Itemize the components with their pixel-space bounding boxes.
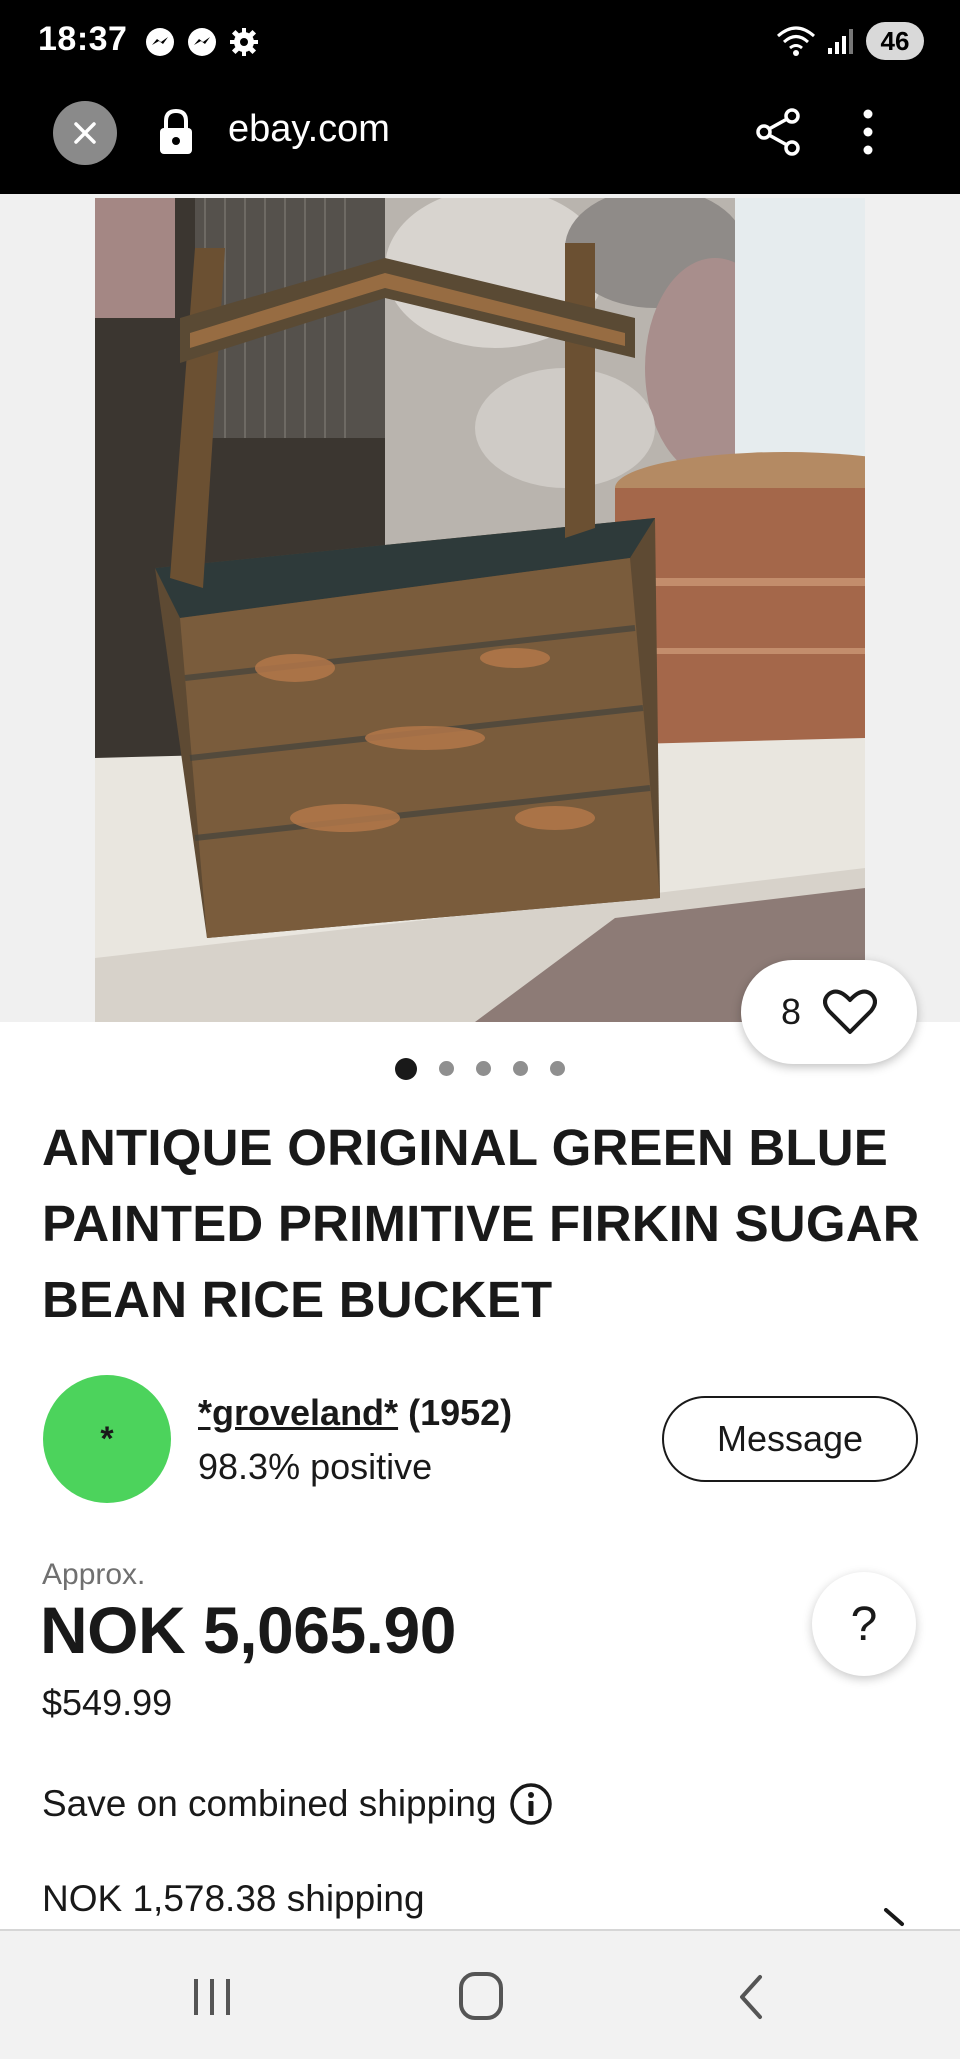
seller-name-link[interactable]: *groveland* <box>198 1392 398 1433</box>
settings-gear-icon <box>230 28 258 56</box>
seller-score: (1952) <box>408 1392 513 1433</box>
share-icon[interactable] <box>752 106 804 158</box>
gallery-dot[interactable] <box>550 1061 565 1076</box>
close-tab-button[interactable] <box>53 101 117 165</box>
seller-info: *groveland* (1952) <box>198 1392 512 1434</box>
status-bar: 18:37 46 <box>0 0 960 86</box>
listing-photo[interactable] <box>95 198 865 1022</box>
system-nav-bar <box>0 1929 960 2059</box>
url-field[interactable]: ebay.com <box>228 108 390 151</box>
price: NOK 5,065.90 <box>40 1593 456 1667</box>
signal-icon <box>828 29 853 54</box>
help-button[interactable]: ? <box>812 1572 916 1676</box>
wifi-icon <box>777 26 815 56</box>
gallery-pagination <box>0 1058 960 1080</box>
combined-shipping-label: Save on combined shipping <box>42 1783 497 1824</box>
gallery-dot[interactable] <box>395 1058 417 1080</box>
recent-apps-icon[interactable] <box>190 1975 234 2019</box>
listing-title: ANTIQUE ORIGINAL GREEN BLUE PAINTED PRIM… <box>42 1119 920 1328</box>
message-seller-button[interactable]: Message <box>662 1396 918 1482</box>
price-usd: $549.99 <box>42 1682 173 1723</box>
combined-shipping[interactable]: Save on combined shipping <box>42 1782 553 1826</box>
lock-icon <box>160 108 192 154</box>
status-time: 18:37 <box>38 20 128 58</box>
battery-indicator: 46 <box>866 22 924 60</box>
back-icon[interactable] <box>736 1973 766 2021</box>
info-icon[interactable] <box>509 1782 553 1826</box>
close-icon <box>74 122 96 144</box>
gallery-dot[interactable] <box>476 1061 491 1076</box>
watch-count: 8 <box>780 991 802 1032</box>
approx-label: Approx. <box>42 1558 146 1591</box>
gallery-dot[interactable] <box>439 1061 454 1076</box>
seller-avatar[interactable]: * <box>43 1375 171 1503</box>
chevron-right-icon[interactable] <box>882 1908 910 1928</box>
messenger-icon <box>188 28 216 56</box>
gallery-dot[interactable] <box>513 1061 528 1076</box>
home-icon[interactable] <box>458 1971 504 2021</box>
shipping-cost: NOK 1,578.38 shipping <box>42 1878 425 1919</box>
messenger-icon <box>146 28 174 56</box>
seller-feedback: 98.3% positive <box>198 1446 433 1487</box>
status-left-icons <box>144 26 260 58</box>
status-right-icons: 46 <box>776 22 924 60</box>
more-vertical-icon[interactable] <box>858 106 878 158</box>
heart-icon <box>823 989 878 1034</box>
watch-button[interactable]: 8 <box>741 960 917 1064</box>
image-gallery[interactable] <box>0 194 960 1022</box>
browser-toolbar: ebay.com <box>0 86 960 194</box>
